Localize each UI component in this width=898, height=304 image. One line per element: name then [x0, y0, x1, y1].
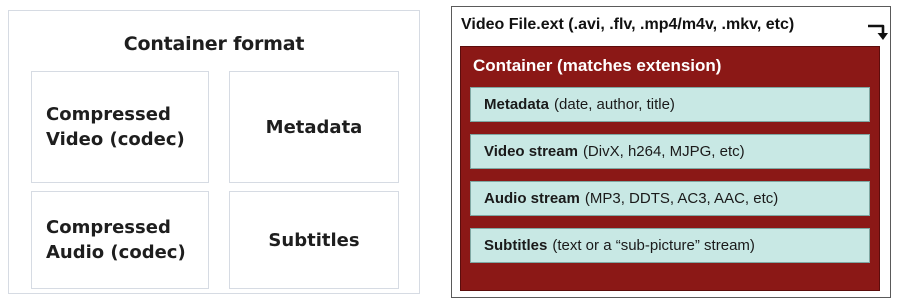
subtitles-stream-detail: (text or a “sub-picture” stream)	[552, 237, 755, 254]
metadata-stream-detail: (date, author, title)	[554, 96, 675, 113]
container-format-diagram: Container format Compressed Video (codec…	[8, 10, 420, 294]
metadata-label: Metadata	[265, 116, 363, 138]
container-format-title: Container format	[123, 33, 305, 55]
container-label: Container (matches extension)	[473, 56, 722, 75]
video-file-diagram: Video File.ext (.avi, .flv, .mp4/m4v, .m…	[451, 6, 891, 298]
audio-stream-name: Audio stream	[484, 190, 580, 207]
video-stream: Video stream (DivX, h264, MJPG, etc)	[470, 134, 870, 169]
subtitles-stream: Subtitles (text or a “sub-picture” strea…	[470, 228, 870, 263]
audio-stream: Audio stream (MP3, DDTS, AC3, AAC, etc)	[470, 181, 870, 216]
compressed-audio-label: Compressed Audio (codec)	[46, 217, 186, 263]
container-box: Container (matches extension) Metadata (…	[460, 46, 880, 291]
subtitles-stream-name: Subtitles	[484, 237, 548, 254]
video-stream-detail: (DivX, h264, MJPG, etc)	[582, 143, 745, 160]
return-arrow-icon	[868, 24, 888, 40]
audio-stream-detail: (MP3, DDTS, AC3, AAC, etc)	[584, 190, 779, 207]
metadata-stream-name: Metadata	[484, 96, 550, 113]
metadata-stream: Metadata (date, author, title)	[470, 87, 870, 122]
compressed-video-cell: Compressed Video (codec)	[31, 71, 209, 183]
compressed-video-label: Compressed Video (codec)	[46, 104, 185, 150]
subtitles-label: Subtitles	[268, 229, 360, 251]
video-stream-name: Video stream	[484, 143, 578, 160]
subtitles-cell: Subtitles	[229, 191, 399, 289]
metadata-cell: Metadata	[229, 71, 399, 183]
video-file-label: Video File.ext (.avi, .flv, .mp4/m4v, .m…	[461, 16, 795, 33]
compressed-audio-cell: Compressed Audio (codec)	[31, 191, 209, 289]
